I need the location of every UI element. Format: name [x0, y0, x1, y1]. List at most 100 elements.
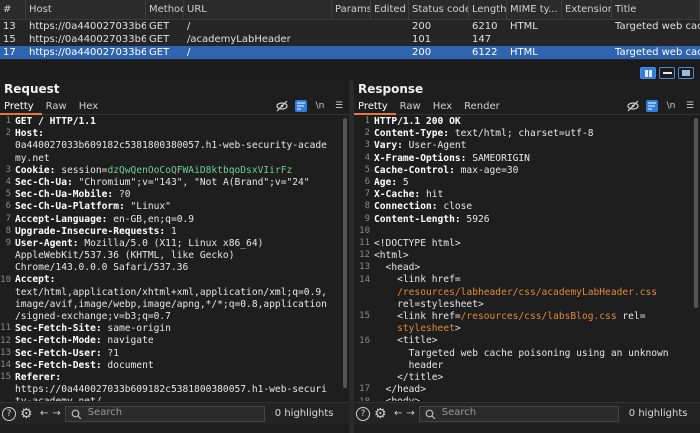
forward-arrow-icon[interactable]: → — [52, 408, 60, 419]
response-tab-hex[interactable]: Hex — [429, 98, 460, 115]
table-cell — [562, 33, 612, 46]
request-tab-raw[interactable]: Raw — [42, 98, 75, 115]
help-icon[interactable]: ? — [356, 406, 370, 421]
request-scrollbar[interactable] — [343, 118, 347, 388]
table-cell: 15 — [3, 34, 16, 45]
search-icon — [71, 409, 82, 423]
line-number: 6 — [364, 177, 370, 187]
table-cell: /academyLabHeader — [187, 34, 291, 45]
response-search-input[interactable]: Search — [418, 405, 619, 422]
column-header[interactable]: Edited — [371, 0, 409, 20]
column-header[interactable]: MIME ty... — [507, 0, 562, 20]
column-header[interactable]: Params — [332, 0, 371, 20]
request-bottom-bar: ? ⚙ ← → Search 0 highlights — [0, 402, 349, 424]
request-search-input[interactable]: Search — [64, 405, 265, 423]
code-line: </title> — [374, 372, 694, 384]
response-scrollbar[interactable] — [694, 118, 698, 308]
help-icon[interactable]: ? — [2, 406, 16, 421]
line-number: 6 — [5, 201, 11, 212]
code-token: https://0a440027033b609182c5381800380057… — [15, 384, 327, 396]
line-number: 18 — [354, 397, 370, 401]
wrap-lines-icon[interactable] — [295, 100, 307, 112]
column-header[interactable]: Length — [469, 0, 507, 20]
split-vertical-icon[interactable] — [659, 67, 675, 79]
history-table[interactable]: # Host Method URL Params Edited Status code Len… — [0, 0, 700, 60]
wrap-lines-icon[interactable] — [646, 100, 658, 112]
code-line: </head> — [374, 384, 694, 396]
menu-icon[interactable]: ☰ — [684, 100, 696, 112]
code-token: </title> — [374, 371, 444, 383]
code-line: ty-academy.net/ — [15, 396, 343, 401]
code-token: Vary: — [374, 140, 409, 152]
gear-icon[interactable]: ⚙ — [374, 406, 388, 422]
table-header: # Host Method URL Params Edited Status code Len… — [0, 0, 700, 20]
hide-nonprintable-icon[interactable] — [276, 100, 288, 112]
column-header[interactable]: Host — [26, 0, 146, 20]
split-horizontal-icon[interactable] — [640, 67, 656, 79]
column-header[interactable]: Title — [612, 0, 700, 20]
code-line: Sec-Ch-Ua-Mobile: ?0 — [15, 189, 343, 201]
column-header[interactable]: # — [0, 0, 26, 20]
column-header[interactable]: Method — [146, 0, 184, 20]
code-token: User-Agent: — [15, 237, 85, 249]
code-line: Content-Type: text/html; charset=utf-8 — [374, 128, 694, 140]
newline-icon[interactable]: \n — [314, 100, 326, 112]
code-token: Cookie: — [15, 164, 62, 176]
table-body[interactable]: 13https://0a440027033b60...GET/2006210HT… — [0, 20, 700, 59]
response-editor[interactable]: HTTP/1.1 200 OK Content-Type: text/html; … — [354, 116, 700, 401]
response-tab-raw[interactable]: Raw — [396, 98, 429, 115]
layout-buttons[interactable] — [640, 67, 694, 79]
code-token: <!DOCTYPE html> — [374, 237, 461, 249]
code-line: <html> — [374, 250, 694, 262]
hide-nonprintable-icon[interactable] — [627, 100, 639, 112]
code-token: User-Agent — [408, 140, 467, 152]
code-line: Sec-Fetch-Dest: document — [15, 360, 343, 372]
column-header[interactable]: Status code — [409, 0, 469, 20]
line-number: 7 — [5, 213, 11, 224]
newline-icon[interactable]: \n — [665, 100, 677, 112]
line-number: 7 — [364, 189, 370, 200]
line-number: 12 — [0, 335, 11, 346]
code-token: Sec-Ch-Ua-Mobile: — [15, 189, 119, 201]
request-tab-pretty[interactable]: Pretty — [0, 98, 42, 115]
table-cell — [332, 20, 371, 33]
response-tab-render[interactable]: Render — [460, 98, 508, 115]
table-cell: 101 — [412, 34, 432, 45]
code-token: <body> — [374, 396, 421, 401]
code-token: image/avif,image/webp,image/apng,*/*;q=0… — [15, 298, 327, 310]
code-token: max-age=30 — [460, 164, 519, 176]
table-cell — [371, 20, 409, 33]
code-line: <head> — [374, 262, 694, 274]
line-number: 8 — [5, 225, 11, 236]
code-line: HTTP/1.1 200 OK — [374, 116, 694, 128]
request-tab-hex[interactable]: Hex — [75, 98, 106, 115]
gear-icon[interactable]: ⚙ — [20, 406, 34, 422]
code-line: Upgrade-Insecure-Requests: 1 — [15, 226, 343, 238]
column-header[interactable]: Extension — [562, 0, 612, 20]
menu-icon[interactable]: ☰ — [333, 100, 345, 112]
table-row[interactable]: 13 https://0a440027033b60...GET / 200 6210 HT… — [0, 20, 700, 33]
back-arrow-icon[interactable]: ← — [40, 408, 48, 419]
table-cell: https://0a440027033b60... — [29, 34, 146, 45]
table-row[interactable]: 15 https://0a440027033b60...GET/academyLa… — [0, 33, 700, 46]
code-token: dzQwQenOoCoQFWAiD8ktbqoDsxVIirFz — [107, 164, 293, 176]
request-editor[interactable]: GET / HTTP/1.1 Host: 0a440027033b609182c53… — [0, 116, 349, 401]
column-header[interactable]: URL — [184, 0, 332, 20]
single-pane-icon[interactable] — [678, 67, 694, 79]
table-cell: https://0a440027033b60... — [29, 21, 146, 32]
line-number: 4 — [364, 152, 370, 163]
line-number: 5 — [5, 189, 11, 200]
code-line: Accept: — [15, 274, 343, 286]
code-line: Sec-Fetch-User: ?1 — [15, 348, 343, 360]
table-row[interactable]: 17 https://0a440027033b60...GET / 200 6122 HT… — [0, 46, 700, 59]
code-token: <head> — [374, 262, 421, 274]
code-token: /resources/css/labsBlog.css — [460, 311, 617, 322]
code-token: Accept: — [15, 274, 56, 286]
code-line: Sec-Ch-Ua: "Chromium";v="143", "Not A(Br… — [15, 177, 343, 189]
code-token: Targeted web cache poisoning using an un… — [374, 347, 669, 359]
back-arrow-icon[interactable]: ← — [394, 408, 402, 419]
forward-arrow-icon[interactable]: → — [406, 408, 414, 419]
response-tab-pretty[interactable]: Pretty — [354, 98, 396, 115]
line-number: 4 — [5, 177, 11, 187]
